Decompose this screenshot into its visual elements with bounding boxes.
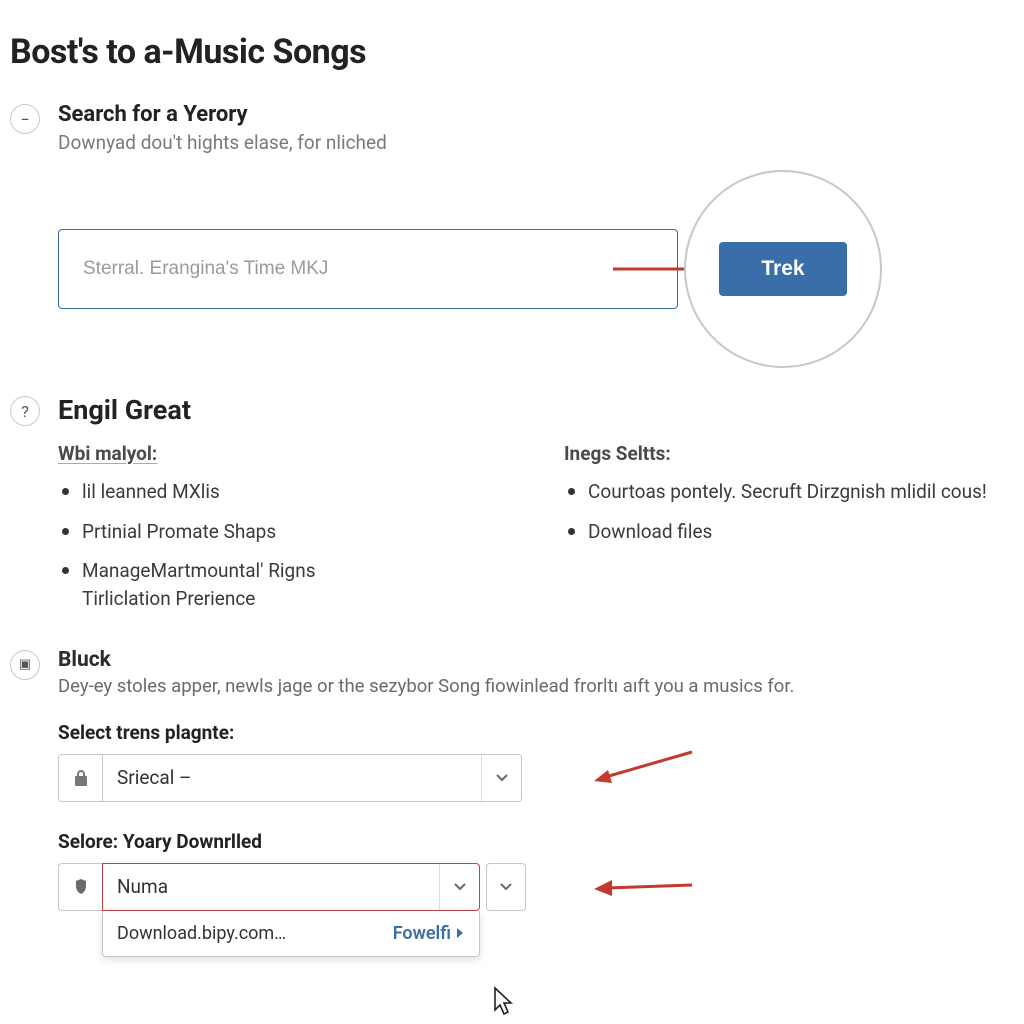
step1-subtitle: Downyad dou't hights elase, for nliched [58, 131, 1000, 154]
field1-label: Select trens plagnte: [58, 721, 1000, 744]
select-value: Sriecal – [103, 766, 481, 789]
step3-subtitle: Dey-ey stoles apper, newls jage or the s… [58, 674, 1000, 699]
info-columns: Wbi malyol: lil leanned MXlis Prtinial P… [58, 442, 1000, 626]
right-column: Inegs Seltts: Courtoas pontely. Secruft … [564, 442, 1000, 626]
select-value: Numa [103, 875, 439, 898]
arrow-left-icon [588, 748, 698, 788]
downrlled-select[interactable]: Numa [102, 863, 480, 911]
left-column: Wbi malyol: lil leanned MXlis Prtinial P… [58, 442, 494, 626]
arrow-left-icon [588, 873, 698, 903]
list-item: lil leanned MXlis [60, 479, 494, 505]
badge-icon [58, 863, 102, 911]
list-item: Prtinial Promate Shaps [60, 519, 494, 545]
dropdown-option[interactable]: Download.bipy.com… [117, 923, 286, 944]
right-heading: Inegs Seltts: [564, 442, 1000, 465]
question-icon: ? [10, 396, 40, 426]
trek-button[interactable]: Trek [719, 242, 847, 296]
minus-icon: − [10, 104, 40, 134]
list-item: Courtoas pontely. Secruft Dirzgnish mlid… [566, 479, 1000, 505]
step-search: − Search for a Yerory Downyad dou't high… [10, 102, 1000, 368]
field2-label: Selore: Yoary Downrlled [58, 830, 1000, 853]
select-row-1: Sriecal – [58, 754, 1000, 802]
step1-title: Search for a Yerory [58, 102, 1000, 127]
action-bubble: Trek [684, 170, 882, 368]
lock-icon [58, 754, 102, 802]
caret-right-icon [455, 927, 465, 939]
step3-title: Bluck [58, 648, 1000, 672]
left-heading: Wbi malyol: [58, 442, 494, 465]
page-title: Bost's to a-Music Songs [10, 32, 1000, 72]
step-block: ▣ Bluck Dey-ey stoles apper, newls jage … [10, 648, 1000, 911]
cursor-icon [488, 986, 518, 1020]
extra-dropdown-button[interactable] [486, 863, 526, 911]
select-row-2: Numa Download.bipy.com… Fowelfi [58, 863, 1000, 911]
dropdown-panel: Download.bipy.com… Fowelfi [102, 911, 480, 957]
note-icon: ▣ [10, 650, 40, 680]
list-item: Download files [566, 519, 1000, 545]
list-item: ManageMartmountal' Rigns Tirliclation Pr… [60, 558, 494, 611]
fowelfi-link[interactable]: Fowelfi [393, 923, 465, 944]
step-info: ? Engil Great [10, 394, 1000, 430]
search-input[interactable] [58, 229, 678, 309]
step2-title: Engil Great [58, 394, 1000, 426]
chevron-down-icon [481, 755, 521, 801]
chevron-down-icon [439, 864, 479, 910]
plagnte-select[interactable]: Sriecal – [102, 754, 522, 802]
